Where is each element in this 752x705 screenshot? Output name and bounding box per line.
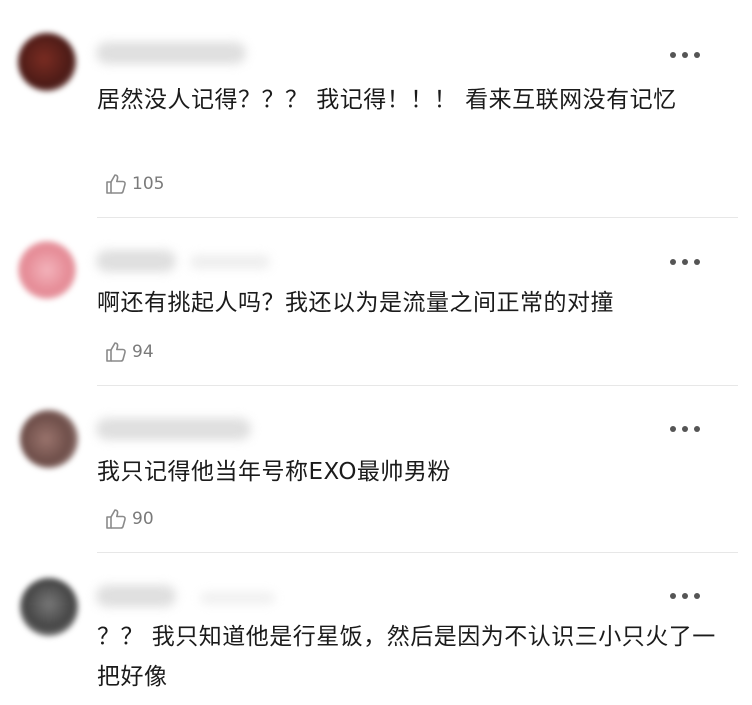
thumbs-up-icon: [106, 174, 126, 194]
like-button[interactable]: 105: [104, 172, 164, 196]
more-dot-icon: [682, 259, 688, 265]
more-dot-icon: [694, 259, 700, 265]
thumbs-up-icon: [106, 342, 126, 362]
divider: [97, 552, 738, 553]
more-options-button[interactable]: [670, 591, 700, 601]
username-blurred[interactable]: [96, 250, 176, 272]
thumbs-up-icon: [106, 509, 126, 529]
like-button[interactable]: 90: [104, 507, 154, 531]
username-meta-blurred: [200, 592, 275, 604]
avatar[interactable]: [20, 410, 78, 468]
more-options-button[interactable]: [670, 257, 700, 267]
username-blurred[interactable]: [96, 585, 176, 607]
divider: [97, 385, 738, 386]
like-count: 105: [132, 174, 165, 194]
more-dot-icon: [670, 426, 676, 432]
username-blurred[interactable]: [96, 42, 246, 64]
username-meta-blurred: [190, 255, 270, 269]
like-button[interactable]: 94: [104, 340, 154, 364]
more-dot-icon: [694, 426, 700, 432]
username-blurred[interactable]: [96, 418, 251, 440]
avatar[interactable]: [18, 241, 76, 299]
like-count: 90: [132, 509, 154, 529]
divider: [97, 217, 738, 218]
more-dot-icon: [694, 593, 700, 599]
more-dot-icon: [682, 593, 688, 599]
more-dot-icon: [682, 426, 688, 432]
comment-text: 我只记得他当年号称EXO最帅男粉: [97, 459, 451, 485]
more-options-button[interactable]: [670, 424, 700, 434]
more-options-button[interactable]: [670, 50, 700, 60]
comment-text: ？？ 我只知道他是行星饭，然后是因为不认识三小只火了一把好像: [97, 624, 716, 690]
more-dot-icon: [682, 52, 688, 58]
comment-text: 居然没人记得？？？ 我记得！！！ 看来互联网没有记忆: [97, 87, 677, 113]
like-count: 94: [132, 342, 154, 362]
more-dot-icon: [694, 52, 700, 58]
more-dot-icon: [670, 259, 676, 265]
comment-text: 啊还有挑起人吗？我还以为是流量之间正常的对撞: [97, 290, 614, 316]
avatar[interactable]: [20, 578, 78, 636]
avatar[interactable]: [18, 33, 76, 91]
more-dot-icon: [670, 593, 676, 599]
more-dot-icon: [670, 52, 676, 58]
